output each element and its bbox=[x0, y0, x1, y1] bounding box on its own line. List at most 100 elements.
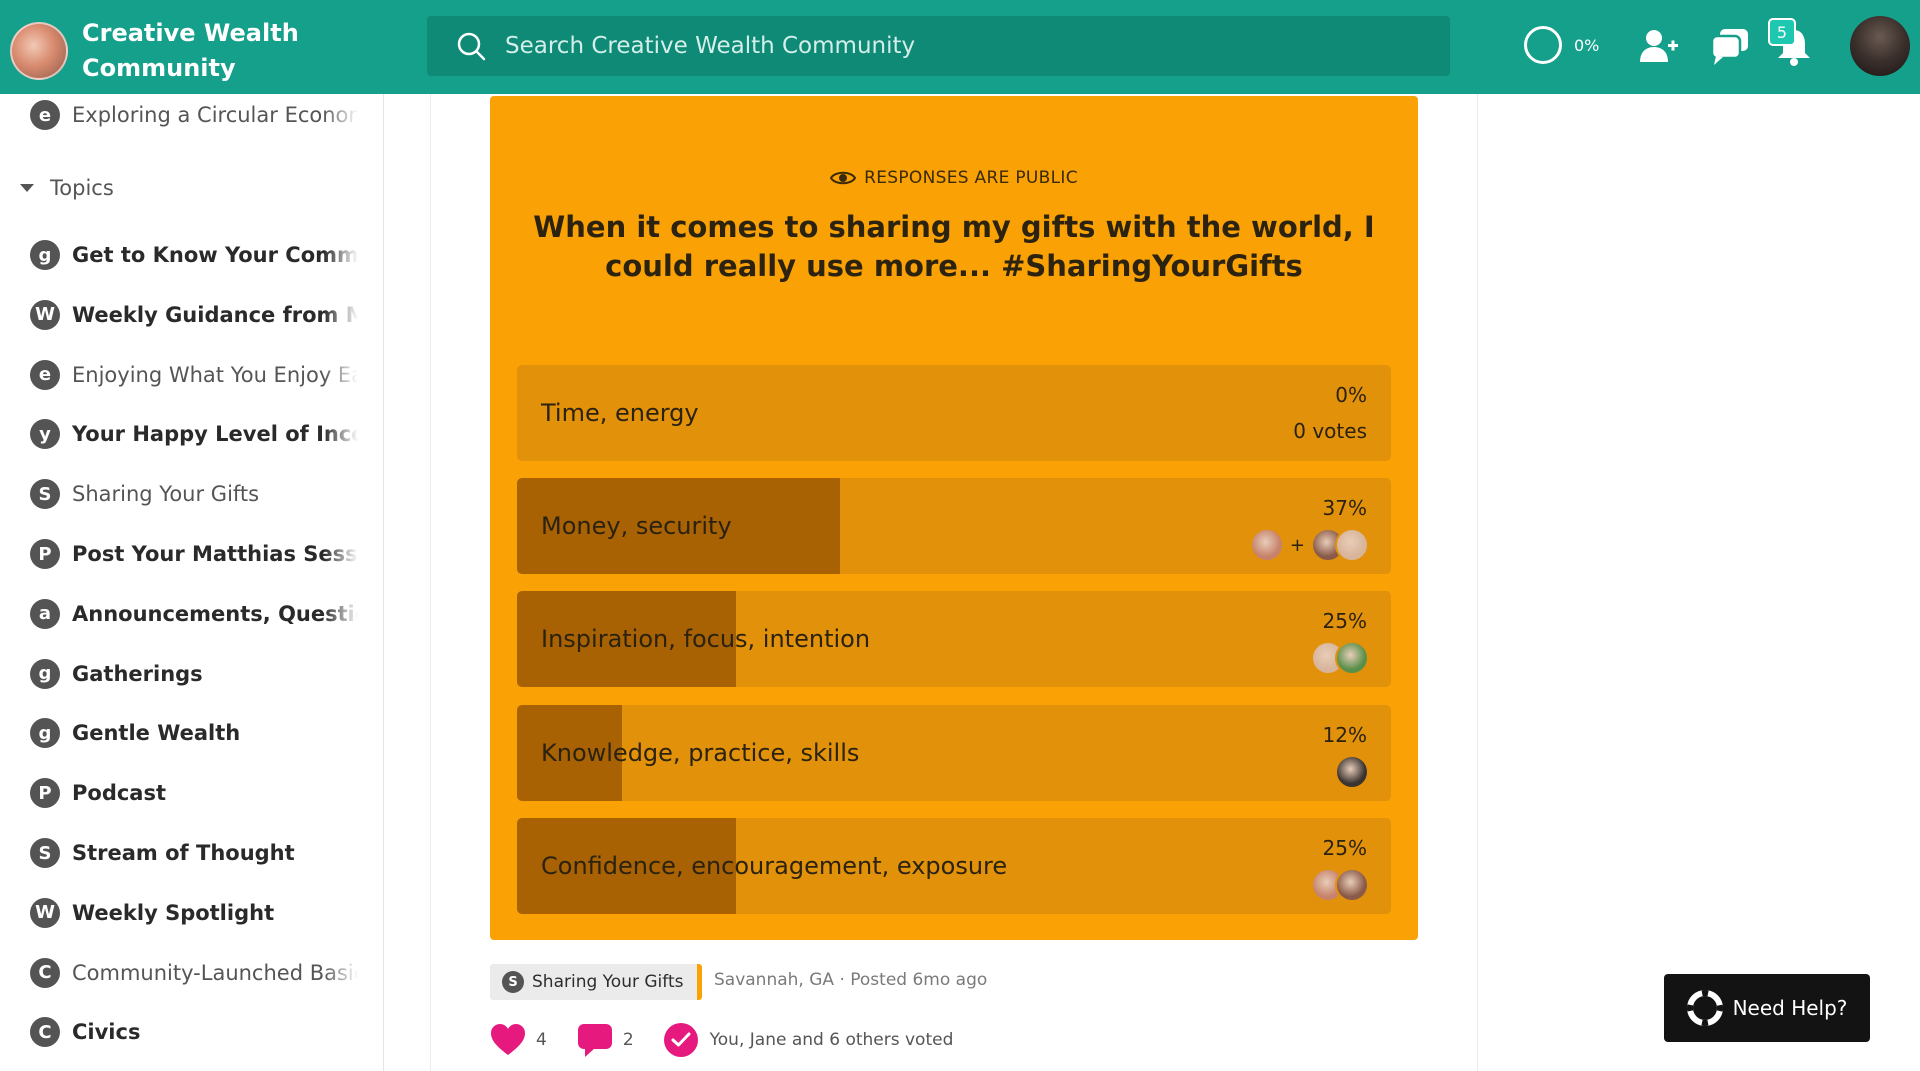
checkmark-icon bbox=[671, 1032, 691, 1047]
sidebar-item-badge: W bbox=[30, 897, 60, 928]
post-meta: Savannah, GA · Posted 6mo ago bbox=[714, 970, 988, 990]
poll-option-label: Knowledge, practice, skills bbox=[541, 738, 860, 767]
poll-option[interactable]: Knowledge, practice, skills 12% bbox=[517, 704, 1391, 801]
voter-avatar[interactable] bbox=[1335, 867, 1369, 902]
sidebar-item-badge: e bbox=[30, 100, 60, 130]
poll-card: RESPONSES ARE PUBLIC When it comes to sh… bbox=[490, 96, 1418, 940]
sidebar-item-label: Post Your Matthias Session bbox=[72, 542, 358, 566]
poll-option-label: Inspiration, focus, intention bbox=[541, 625, 871, 654]
poll-option-label: Time, energy bbox=[541, 399, 699, 427]
sidebar-item-badge: C bbox=[30, 957, 60, 988]
topic-tag-label: Sharing Your Gifts bbox=[532, 972, 684, 992]
topics-heading: Topics bbox=[50, 176, 114, 200]
poll-option[interactable]: Inspiration, focus, intention 25% bbox=[517, 591, 1391, 688]
community-logo[interactable] bbox=[10, 22, 68, 80]
sidebar-topic-item[interactable]: P Post Your Matthias Session bbox=[30, 534, 360, 574]
sidebar-item-badge: g bbox=[30, 718, 60, 749]
sidebar-item-label: Stream of Thought bbox=[72, 841, 295, 865]
sidebar-item-badge: S bbox=[30, 838, 60, 868]
sidebar-topic-item[interactable]: W Weekly Guidance from Matthias bbox=[30, 295, 360, 335]
sidebar-item-badge: P bbox=[30, 539, 60, 569]
sidebar-item-badge: a bbox=[30, 598, 60, 629]
topic-tag[interactable]: S Sharing Your Gifts bbox=[490, 964, 703, 1000]
heart-icon[interactable] bbox=[490, 1023, 526, 1057]
need-help-label: Need Help? bbox=[1732, 996, 1848, 1020]
search-icon bbox=[457, 32, 486, 61]
voter-avatar[interactable] bbox=[1335, 754, 1369, 789]
progress-indicator[interactable]: 0% bbox=[1524, 26, 1599, 64]
poll-option[interactable]: Time, energy 0% 0 votes bbox=[517, 365, 1391, 461]
sidebar-topic-item[interactable]: P Podcast bbox=[30, 773, 360, 813]
sidebar-item-label: Enjoying What You Enjoy Easily bbox=[72, 362, 358, 387]
search-input[interactable] bbox=[505, 33, 1405, 59]
sidebar-topic-item[interactable]: C Community-Launched Basic Income bbox=[30, 953, 360, 993]
poll-option[interactable]: Money, security 37% + bbox=[517, 478, 1391, 575]
sidebar-item-label: Get to Know Your Community bbox=[72, 243, 358, 267]
sidebar-topic-item[interactable]: g Gentle Wealth bbox=[30, 713, 360, 753]
poll-option-percent: 37% bbox=[1322, 496, 1367, 521]
comment-icon[interactable] bbox=[577, 1022, 613, 1058]
voted-summary[interactable]: You, Jane and 6 others voted bbox=[710, 1030, 954, 1050]
sidebar-item-top[interactable]: e Exploring a Circular Economy bbox=[30, 95, 360, 135]
search-bar[interactable] bbox=[427, 16, 1450, 76]
poll-option-label: Money, security bbox=[541, 512, 732, 541]
poll-option-votes: 0 votes bbox=[1293, 419, 1367, 443]
sidebar-item-label: Your Happy Level of Income bbox=[72, 422, 358, 447]
sidebar-item-badge: P bbox=[30, 778, 60, 809]
sidebar: e Exploring a Circular Economy Topics gG… bbox=[0, 94, 384, 1071]
add-member-icon[interactable] bbox=[1636, 24, 1680, 68]
sidebar-topic-item[interactable]: S Stream of Thought bbox=[30, 833, 360, 873]
poll-option-percent: 12% bbox=[1322, 722, 1367, 747]
topic-tag-badge: S bbox=[502, 971, 524, 993]
poll-option-voters[interactable] bbox=[1311, 641, 1369, 676]
progress-value: 0% bbox=[1574, 35, 1600, 55]
poll-option[interactable]: Confidence, encouragement, exposure 25% bbox=[517, 817, 1391, 914]
sidebar-item-label: Podcast bbox=[72, 781, 167, 806]
poll-option-label: Confidence, encouragement, exposure bbox=[541, 851, 1008, 880]
voted-check-icon bbox=[663, 1023, 698, 1057]
sidebar-item-label: Announcements, Questions bbox=[72, 601, 358, 626]
more-voters-plus: + bbox=[1289, 534, 1305, 556]
user-avatar[interactable] bbox=[1850, 16, 1910, 76]
sidebar-topic-item[interactable]: a Announcements, Questions bbox=[30, 594, 360, 634]
eye-icon bbox=[830, 171, 857, 185]
poll-option-voters[interactable] bbox=[1311, 867, 1369, 902]
responses-public-note: RESPONSES ARE PUBLIC bbox=[490, 168, 1418, 188]
sidebar-item-badge: W bbox=[30, 299, 60, 330]
voter-avatar[interactable] bbox=[1335, 641, 1369, 676]
sidebar-item-badge: S bbox=[30, 479, 60, 510]
sidebar-topic-item[interactable]: y Your Happy Level of Income bbox=[30, 414, 360, 454]
sidebar-item-label: Exploring a Circular Economy bbox=[72, 103, 358, 127]
poll-option-voters[interactable] bbox=[1335, 754, 1369, 789]
progress-ring-icon bbox=[1524, 26, 1562, 64]
chat-icon[interactable] bbox=[1708, 24, 1752, 68]
like-count: 4 bbox=[536, 1030, 547, 1050]
sidebar-item-badge: e bbox=[30, 359, 60, 390]
sidebar-item-badge: y bbox=[30, 419, 60, 450]
poll-option-voters[interactable]: + bbox=[1249, 528, 1369, 563]
topics-section-toggle[interactable]: Topics bbox=[20, 176, 114, 200]
community-name[interactable]: Creative Wealth Community bbox=[82, 16, 322, 86]
responses-public-text: RESPONSES ARE PUBLIC bbox=[864, 168, 1078, 188]
sidebar-topic-item[interactable]: g Gatherings bbox=[30, 654, 360, 694]
brand[interactable]: Creative Wealth Community bbox=[10, 16, 322, 86]
poll-question: When it comes to sharing my gifts with t… bbox=[533, 210, 1375, 283]
poll-option-percent: 25% bbox=[1322, 609, 1367, 634]
sidebar-item-label: Sharing Your Gifts bbox=[72, 482, 260, 507]
sidebar-topic-item[interactable]: g Get to Know Your Community bbox=[30, 235, 360, 275]
sidebar-item-label: Gatherings bbox=[72, 661, 203, 686]
sidebar-topic-item[interactable]: S Sharing Your Gifts bbox=[30, 474, 360, 514]
sidebar-item-badge: g bbox=[30, 658, 60, 689]
sidebar-topic-item[interactable]: e Enjoying What You Enjoy Easily bbox=[30, 355, 360, 395]
notification-count-badge[interactable]: 5 bbox=[1768, 18, 1796, 46]
poll-option-percent: 0% bbox=[1335, 383, 1367, 407]
voter-avatar[interactable] bbox=[1249, 528, 1284, 563]
sidebar-topic-item[interactable]: W Weekly Spotlight bbox=[30, 893, 360, 933]
sidebar-topic-item[interactable]: C Civics bbox=[30, 1012, 360, 1052]
poll-option-percent: 25% bbox=[1322, 835, 1367, 860]
post-reactions: 4 2 You, Jane and 6 others voted bbox=[490, 1022, 953, 1058]
sidebar-item-badge: g bbox=[30, 240, 60, 270]
need-help-button[interactable]: Need Help? bbox=[1664, 974, 1870, 1042]
sidebar-item-label: Weekly Guidance from Matthias bbox=[72, 302, 358, 327]
voter-avatar[interactable] bbox=[1335, 528, 1369, 563]
